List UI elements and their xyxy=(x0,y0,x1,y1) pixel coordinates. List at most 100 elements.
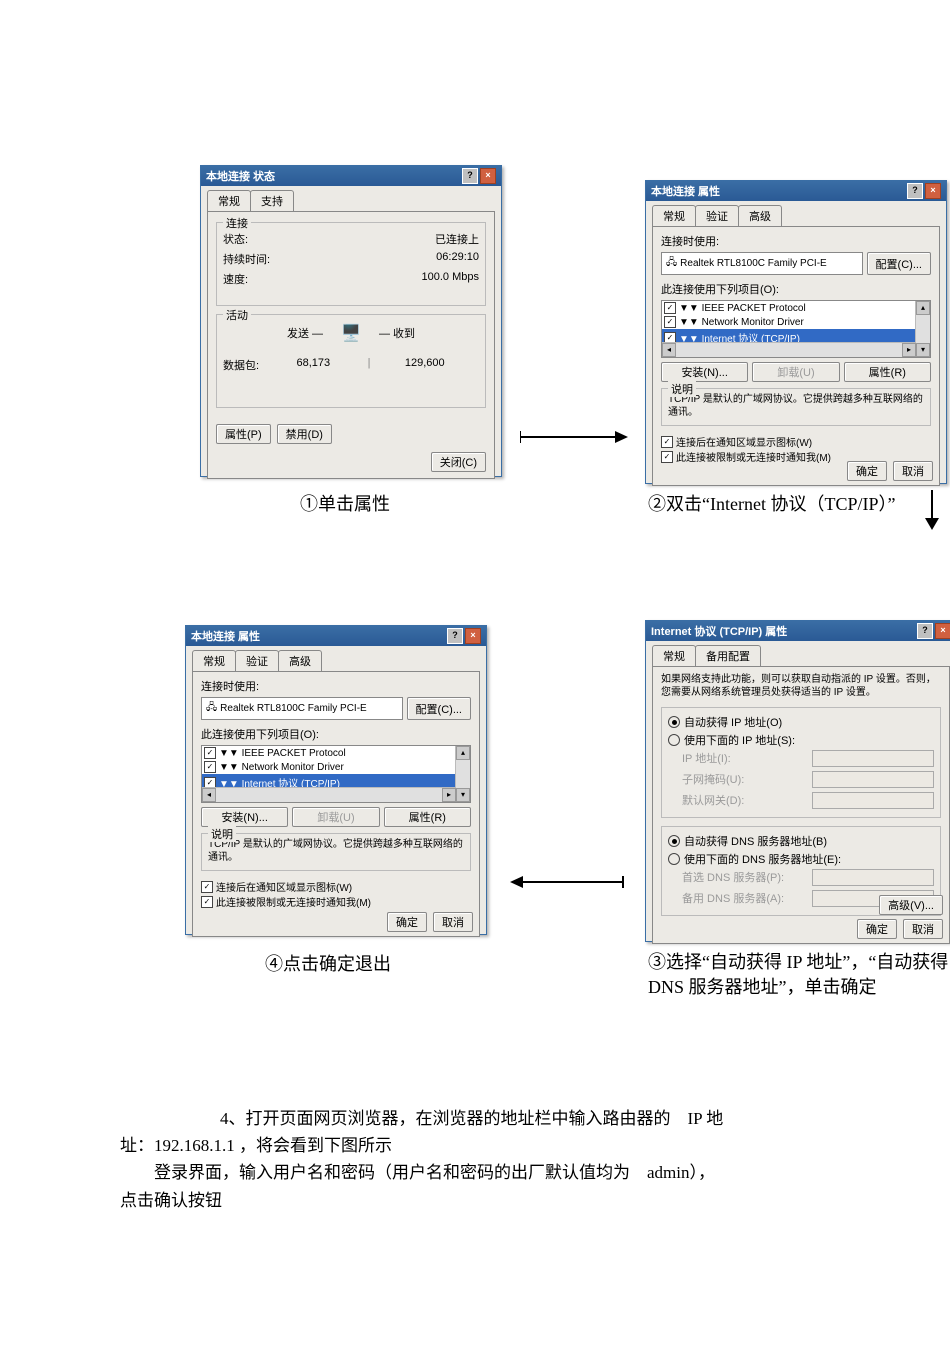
label-recv: — 收到 xyxy=(379,325,415,341)
label-mask: 子网掩码(U): xyxy=(682,771,744,788)
label-gw: 默认网关(D): xyxy=(682,792,744,809)
description-text: TCP/IP 是默认的广域网协议。它提供跨越多种互联网络的通讯。 xyxy=(208,838,464,864)
radio-manual-ip[interactable] xyxy=(668,734,680,746)
tab-support[interactable]: 支持 xyxy=(250,190,294,211)
dialog-status: 本地连接 状态 ? × 常规 支持 连接 状态:已连接上 持续时间:06:29:… xyxy=(200,165,502,477)
tab-advanced[interactable]: 高级 xyxy=(278,650,322,671)
radio-auto-dns[interactable] xyxy=(668,835,680,847)
label-manual-ip: 使用下面的 IP 地址(S): xyxy=(684,732,795,748)
configure-button[interactable]: 配置(C)... xyxy=(407,697,471,720)
title-prop-top: 本地连接 属性 xyxy=(651,183,720,199)
caption-4: ④点击确定退出 xyxy=(265,950,391,976)
install-button[interactable]: 安装(N)... xyxy=(661,362,748,382)
value-duration: 06:29:10 xyxy=(436,251,479,267)
ok-button[interactable]: 确定 xyxy=(387,912,427,932)
value-pkt-sent: 68,173 xyxy=(259,357,368,373)
label-connect-using: 连接时使用: xyxy=(201,678,471,694)
label-dns1: 首选 DNS 服务器(P): xyxy=(682,869,784,886)
help-icon[interactable]: ? xyxy=(907,183,923,199)
uninstall-button[interactable]: 卸载(U) xyxy=(752,362,839,382)
checkbox-notify[interactable]: ✓ xyxy=(661,451,673,463)
help-icon[interactable]: ? xyxy=(462,168,478,184)
cancel-button[interactable]: 取消 xyxy=(903,919,943,939)
install-button[interactable]: 安装(N)... xyxy=(201,807,288,827)
arrow-down-2 xyxy=(918,490,946,530)
label-duration: 持续时间: xyxy=(223,251,270,267)
label-auto-ip: 自动获得 IP 地址(O) xyxy=(684,714,782,730)
label-state: 状态: xyxy=(223,231,248,247)
dialog-properties-top: 本地连接 属性 ? × 常规 验证 高级 连接时使用: 🖧 Realtek RT… xyxy=(645,180,947,484)
caption-3: ③选择“自动获得 IP 地址”，“自动获得 DNS 服务器地址”，单击确定 xyxy=(648,950,950,1000)
disable-button[interactable]: 禁用(D) xyxy=(277,424,332,444)
group-activity: 活动 xyxy=(223,307,251,323)
close-icon[interactable]: × xyxy=(925,183,941,199)
help-icon[interactable]: ? xyxy=(917,623,933,639)
tab-auth[interactable]: 验证 xyxy=(695,205,739,226)
ok-button[interactable]: 确定 xyxy=(857,919,897,939)
adapter-field: 🖧 Realtek RTL8100C Family PCI-E xyxy=(661,252,863,275)
tab-general[interactable]: 常规 xyxy=(652,205,696,226)
titlebar-tcpip: Internet 协议 (TCP/IP) 属性 ? × xyxy=(646,621,950,641)
components-list[interactable]: ✓▼▼ IEEE PACKET Protocol ✓▼▼ Network Mon… xyxy=(661,300,931,358)
tab-general[interactable]: 常规 xyxy=(207,190,251,211)
caption-2: ②双击“Internet 协议（TCP/IP）” xyxy=(648,490,948,516)
intro-text: 如果网络支持此功能，则可以获取自动指派的 IP 设置。否则，您需要从网络系统管理… xyxy=(661,673,941,699)
instruction-text: 4、打开页面网页浏览器，在浏览器的地址栏中输入路由器的 IP 地 址：192.1… xyxy=(120,1105,870,1214)
tab-auth[interactable]: 验证 xyxy=(235,650,279,671)
properties-button[interactable]: 属性(P) xyxy=(216,424,271,444)
close-button[interactable]: 关闭(C) xyxy=(431,452,486,472)
arrow-right-1 xyxy=(520,425,630,449)
value-state: 已连接上 xyxy=(435,231,479,247)
label-items: 此连接使用下列项目(O): xyxy=(661,281,931,297)
titlebar-status: 本地连接 状态 ? × xyxy=(201,166,501,186)
components-list[interactable]: ✓▼▼ IEEE PACKET Protocol ✓▼▼ Network Mon… xyxy=(201,745,471,803)
label-connect-using: 连接时使用: xyxy=(661,233,931,249)
adapter-field: 🖧 Realtek RTL8100C Family PCI-E xyxy=(201,697,403,720)
arrow-left-3 xyxy=(505,870,625,894)
tab-general[interactable]: 常规 xyxy=(192,650,236,671)
label-packets: 数据包: xyxy=(223,357,259,373)
label-chk2: 此连接被限制或无连接时通知我(M) xyxy=(676,449,831,464)
gw-input xyxy=(812,792,934,809)
tab-advanced[interactable]: 高级 xyxy=(738,205,782,226)
close-icon[interactable]: × xyxy=(935,623,950,639)
label-chk1: 连接后在通知区域显示图标(W) xyxy=(676,434,812,449)
item-properties-button[interactable]: 属性(R) xyxy=(384,807,471,827)
configure-button[interactable]: 配置(C)... xyxy=(867,252,931,275)
titlebar-prop-top: 本地连接 属性 ? × xyxy=(646,181,946,201)
item-properties-button[interactable]: 属性(R) xyxy=(844,362,931,382)
cancel-button[interactable]: 取消 xyxy=(893,461,933,481)
value-pkt-recv: 129,600 xyxy=(370,357,479,373)
radio-manual-dns[interactable] xyxy=(668,853,680,865)
close-icon[interactable]: × xyxy=(465,628,481,644)
tab-general[interactable]: 常规 xyxy=(652,645,696,666)
label-chk2: 此连接被限制或无连接时通知我(M) xyxy=(216,894,371,909)
label-sent: 发送 — xyxy=(287,325,323,341)
nic-icon: 🖧 xyxy=(206,700,217,717)
value-speed: 100.0 Mbps xyxy=(422,271,479,287)
dns1-input xyxy=(812,869,934,886)
ok-button[interactable]: 确定 xyxy=(847,461,887,481)
checkbox-notify[interactable]: ✓ xyxy=(201,896,213,908)
help-icon[interactable]: ? xyxy=(447,628,463,644)
radio-auto-ip[interactable] xyxy=(668,716,680,728)
nic-icon: 🖧 xyxy=(666,255,677,272)
advanced-button[interactable]: 高级(V)... xyxy=(879,895,943,915)
label-items: 此连接使用下列项目(O): xyxy=(201,726,471,742)
label-description: 说明 xyxy=(208,826,236,842)
mask-input xyxy=(812,771,934,788)
label-speed: 速度: xyxy=(223,271,248,287)
uninstall-button[interactable]: 卸载(U) xyxy=(292,807,379,827)
cancel-button[interactable]: 取消 xyxy=(433,912,473,932)
label-description: 说明 xyxy=(668,381,696,397)
activity-icon: 🖥️ xyxy=(341,323,361,343)
close-icon[interactable]: × xyxy=(480,168,496,184)
checkbox-tray[interactable]: ✓ xyxy=(201,881,213,893)
title-prop-bottom: 本地连接 属性 xyxy=(191,628,260,644)
label-ip: IP 地址(I): xyxy=(682,750,731,767)
dialog-properties-bottom: 本地连接 属性 ? × 常规 验证 高级 连接时使用: 🖧 Realtek RT… xyxy=(185,625,487,935)
ip-input xyxy=(812,750,934,767)
checkbox-tray[interactable]: ✓ xyxy=(661,436,673,448)
tab-alt[interactable]: 备用配置 xyxy=(695,645,761,666)
label-chk1: 连接后在通知区域显示图标(W) xyxy=(216,879,352,894)
